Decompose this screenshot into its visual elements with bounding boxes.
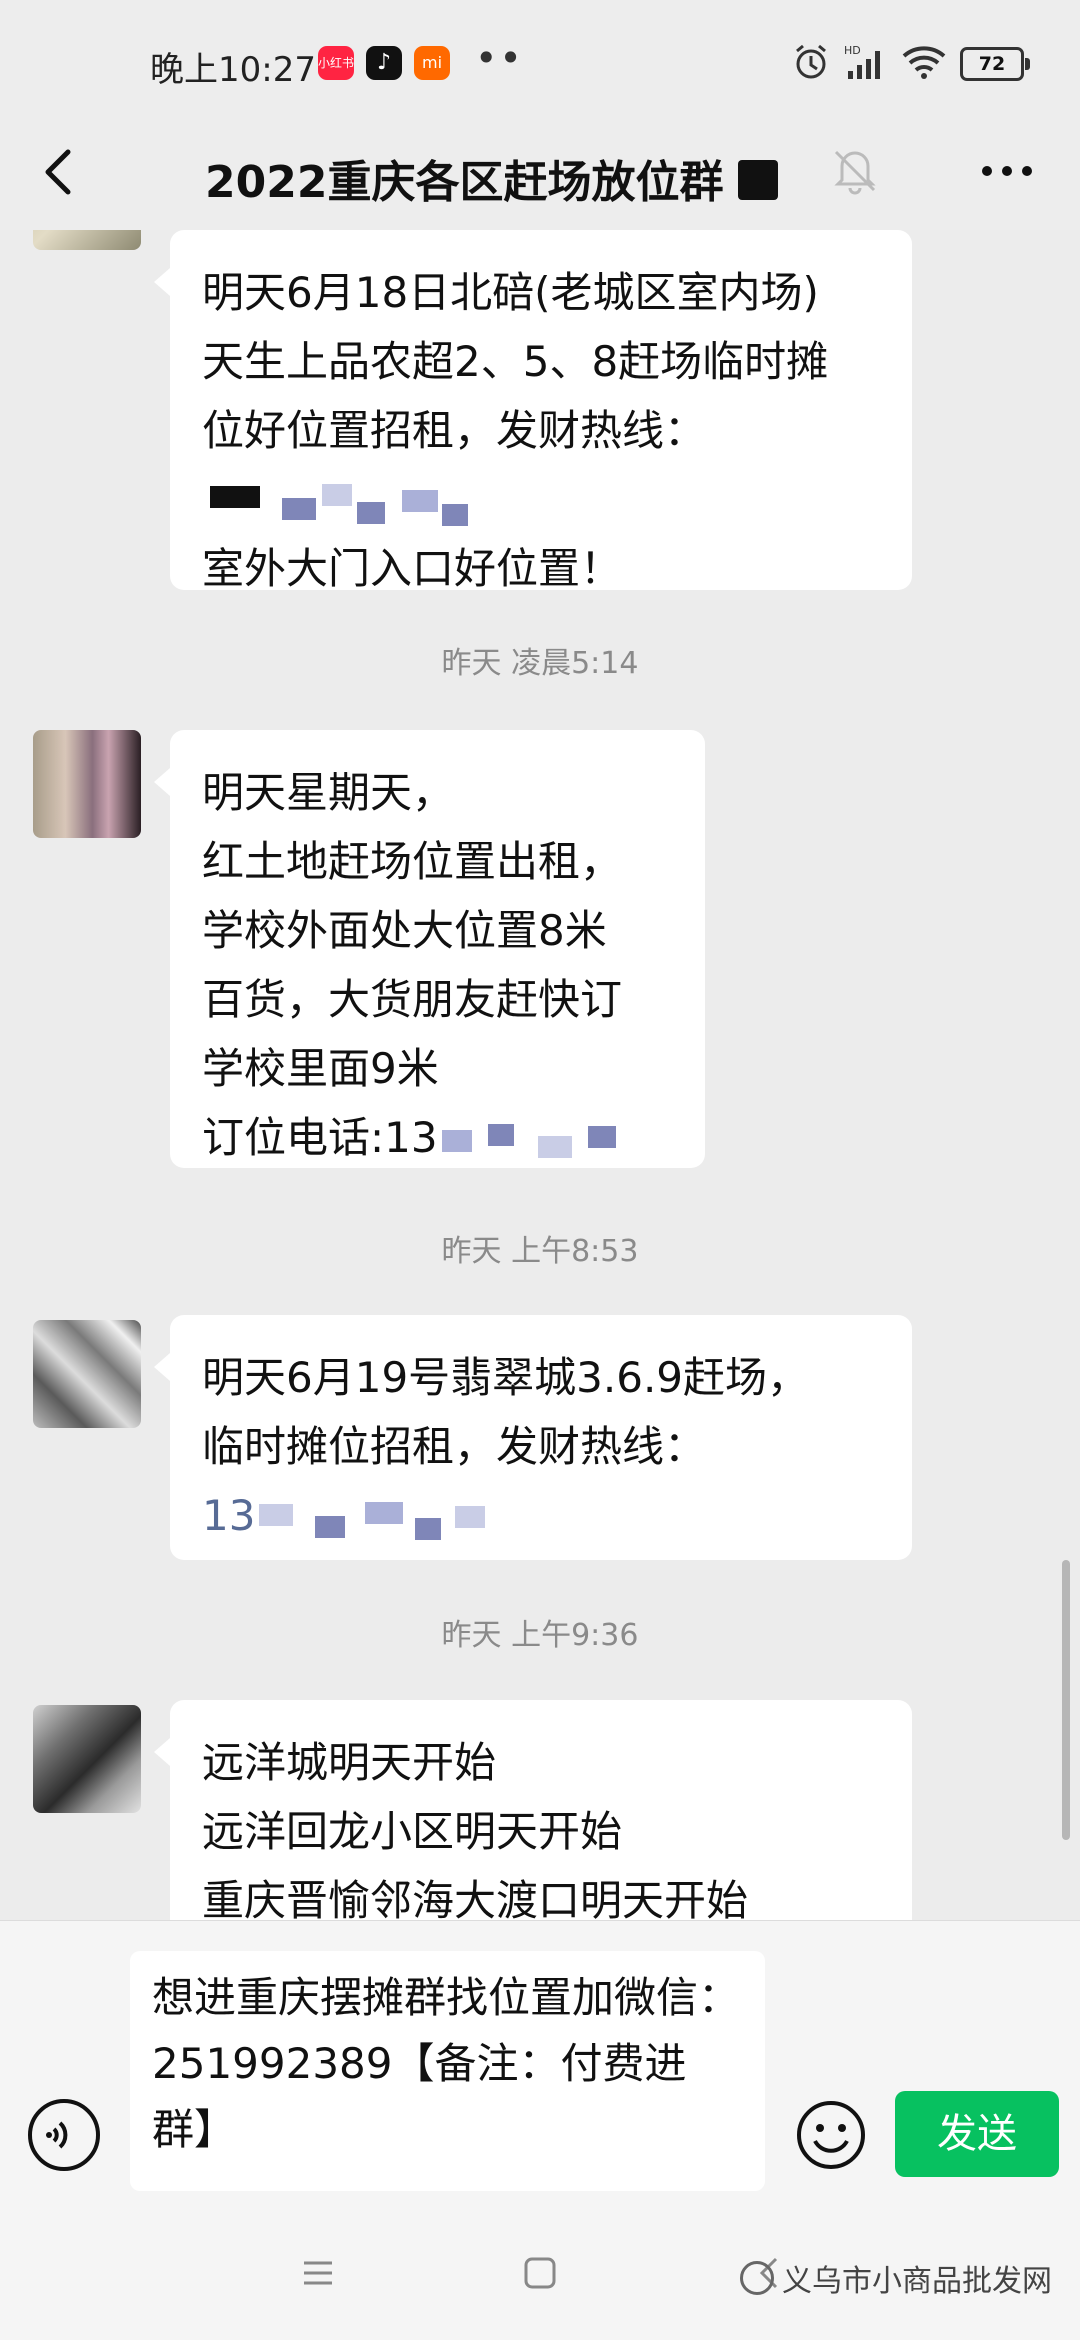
- wechat-official-account-icon: [740, 2261, 774, 2295]
- message-text: 临时摊位招租，发财热线：: [202, 1422, 707, 1471]
- status-time: 晚上10:27: [150, 50, 316, 90]
- message-input[interactable]: 想进重庆摆摊群找位置加微信：251992389【备注：付费进群】: [130, 1951, 765, 2191]
- avatar[interactable]: [33, 730, 141, 838]
- xiaohongshu-icon: 小红书: [318, 46, 354, 80]
- emoji-button[interactable]: [795, 2099, 867, 2171]
- input-bar: 想进重庆摆摊群找位置加微信：251992389【备注：付费进群】 发送: [0, 1920, 1080, 2211]
- send-button[interactable]: 发送: [895, 2091, 1059, 2177]
- message-text: 室外大门入口好位置！: [202, 544, 623, 593]
- avatar[interactable]: [33, 230, 141, 250]
- message-text: 位好位置招租，发财热线：: [202, 406, 707, 455]
- phone-prefix: 订位电话:13: [202, 1113, 438, 1162]
- system-nav-bar: 义乌市小商品批发网: [0, 2210, 1080, 2340]
- message-bubble[interactable]: 明天6月18日北碚(老城区室内场) 天生上品农超2、5、8赶场临时摊 位好位置招…: [154, 230, 912, 593]
- status-bar: 晚上10:27 小红书 ♪ mi •• HD 72: [0, 0, 1080, 120]
- avatar[interactable]: [33, 1705, 141, 1813]
- svg-text:HD: HD: [844, 44, 861, 57]
- phone-prefix: 13: [202, 1491, 256, 1540]
- battery-icon: 72: [960, 47, 1030, 81]
- avatar[interactable]: [33, 1320, 141, 1428]
- message-text: 学校里面9米: [202, 1044, 439, 1093]
- chat-title: 2022重庆各区赶场放位群: [205, 157, 724, 208]
- status-overflow-dots: ••: [475, 36, 524, 80]
- alarm-icon: [792, 43, 830, 85]
- voice-input-button[interactable]: [28, 2099, 100, 2171]
- redacted-phone: [438, 1116, 648, 1166]
- message-text: 远洋回龙小区明天开始: [202, 1807, 623, 1856]
- tiktok-icon: ♪: [366, 46, 402, 80]
- message-text: 明天6月18日北碚(老城区室内场): [202, 268, 819, 317]
- message-timestamp: 昨天 上午9:36: [441, 1618, 639, 1653]
- muted-bell-icon: [830, 140, 880, 200]
- watermark: 义乌市小商品批发网: [740, 2256, 1052, 2300]
- message-bubble[interactable]: 明天6月19号翡翠城3.6.9赶场， 临时摊位招租，发财热线： 13: [154, 1315, 912, 1560]
- message-text: 红土地赶场位置出租，: [202, 837, 623, 886]
- message-bubble[interactable]: 明天星期天， 红土地赶场位置出租， 学校外面处大位置8米 百货，大货朋友赶快订 …: [154, 730, 705, 1168]
- menu-nav-icon[interactable]: [300, 2255, 336, 2295]
- message-timestamp: 昨天 凌晨5:14: [441, 646, 639, 681]
- message-timestamp: 昨天 上午8:53: [441, 1234, 639, 1269]
- status-icons: HD 72: [792, 43, 1030, 85]
- message-bubble[interactable]: 远洋城明天开始 远洋回龙小区明天开始 重庆晋愉邻海大渡口明天开始: [154, 1700, 912, 1920]
- chat-message-list[interactable]: 明天6月18日北碚(老城区室内场) 天生上品农超2、5、8赶场临时摊 位好位置招…: [0, 230, 1080, 1920]
- chat-scrollbar[interactable]: [1062, 1560, 1070, 1840]
- message-text: 明天星期天，: [202, 768, 455, 817]
- message-text: 学校外面处大位置8米: [202, 906, 607, 955]
- message-text: 13: [202, 1481, 880, 1550]
- watermark-text: 义乌市小商品批发网: [782, 2264, 1052, 2299]
- more-options-icon[interactable]: [975, 146, 1039, 196]
- wifi-icon: [902, 44, 946, 84]
- redacted-member-count: [738, 160, 778, 200]
- back-arrow-icon[interactable]: [32, 142, 92, 202]
- redacted-phone: [255, 1494, 495, 1544]
- message-text: 百货，大货朋友赶快订: [202, 975, 623, 1024]
- message-text: 明天6月19号翡翠城3.6.9赶场，: [202, 1353, 810, 1402]
- signal-icon: HD: [844, 43, 888, 85]
- home-nav-icon[interactable]: [522, 2255, 558, 2295]
- chat-header: 2022重庆各区赶场放位群: [0, 120, 1080, 230]
- message-text: 天生上品农超2、5、8赶场临时摊: [202, 337, 829, 386]
- mi-icon: mi: [414, 46, 450, 80]
- message-text: 远洋城明天开始: [202, 1738, 497, 1787]
- redacted-phone: [202, 465, 880, 534]
- message-text: 订位电话:13: [202, 1103, 673, 1172]
- message-text: 重庆晋愉邻海大渡口明天开始: [202, 1876, 749, 1920]
